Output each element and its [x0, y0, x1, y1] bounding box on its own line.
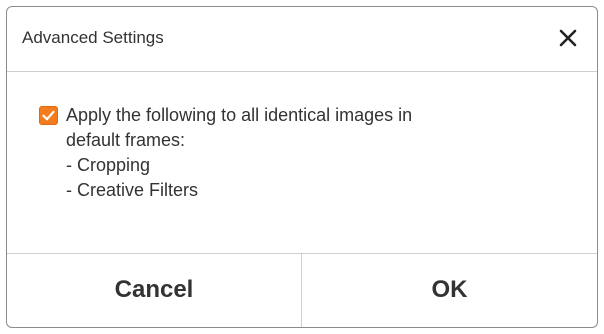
close-icon[interactable]: [555, 25, 581, 51]
option-line: Apply the following to all identical ima…: [66, 105, 413, 125]
apply-to-identical-checkbox[interactable]: [39, 106, 58, 125]
advanced-settings-dialog: Advanced Settings Apply the following to…: [6, 6, 598, 328]
option-line: default frames:: [66, 130, 186, 150]
ok-button[interactable]: OK: [302, 254, 597, 327]
cancel-button[interactable]: Cancel: [7, 254, 302, 327]
checkmark-icon: [42, 110, 55, 121]
dialog-header: Advanced Settings: [7, 7, 597, 72]
option-line: - Creative Filters: [66, 180, 199, 200]
apply-option-text: Apply the following to all identical ima…: [66, 103, 412, 203]
dialog-title: Advanced Settings: [22, 28, 164, 47]
dialog-body: Apply the following to all identical ima…: [7, 72, 597, 253]
dialog-footer: Cancel OK: [7, 253, 597, 327]
option-line: - Cropping: [66, 155, 151, 175]
